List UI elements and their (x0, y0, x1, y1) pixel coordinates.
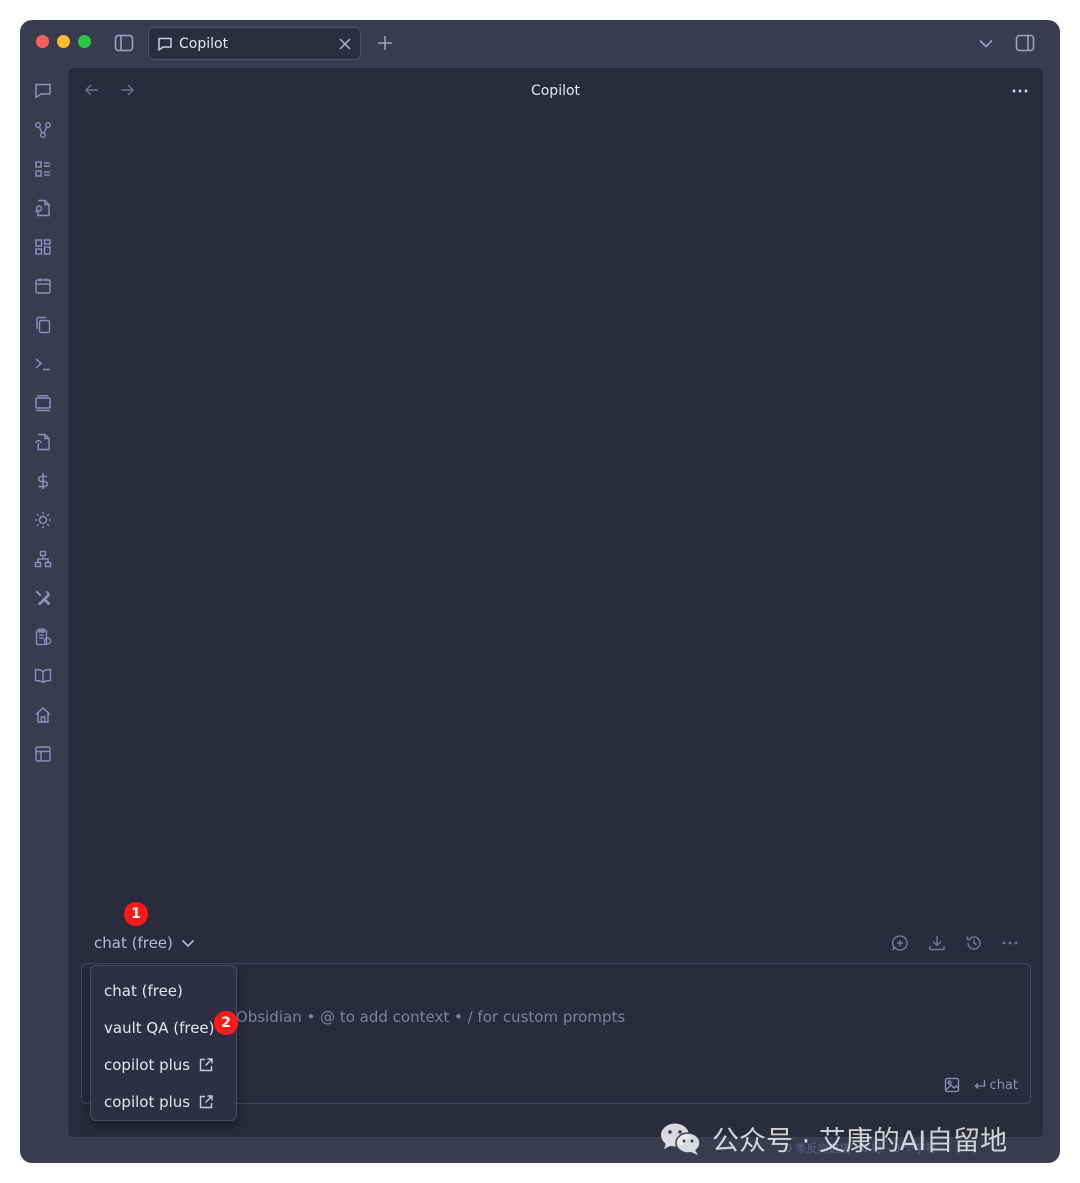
pane-title: Copilot (530, 83, 581, 99)
pane-header: Copilot (68, 68, 1043, 116)
annotation-badge-1: 1 (124, 902, 148, 926)
history-icon[interactable] (965, 934, 983, 952)
network-icon[interactable] (32, 548, 54, 570)
layout-icon[interactable] (32, 743, 54, 765)
book-icon[interactable] (32, 665, 54, 687)
mode-option-label: chat (free) (104, 981, 183, 1000)
dollar-icon[interactable] (32, 470, 54, 492)
right-sidebar-toggle-icon[interactable] (1015, 33, 1035, 53)
mode-option-copilot-plus[interactable]: copilot plus (91, 1046, 236, 1083)
mode-option-chat-free[interactable]: chat (free) (91, 972, 236, 1009)
tab-list-chevron-down-icon[interactable] (977, 35, 995, 51)
file-link-icon[interactable] (32, 431, 54, 453)
window-close-button[interactable] (36, 35, 49, 48)
canvas-icon[interactable] (32, 236, 54, 258)
chat-input-placeholder: Obsidian • @ to add context • / for cust… (236, 1008, 626, 1026)
external-link-icon (198, 1057, 214, 1073)
more-options-icon[interactable] (1011, 82, 1029, 102)
tab-copilot[interactable]: Copilot (148, 27, 361, 60)
mode-option-copilot-plus-2[interactable]: copilot plus (91, 1083, 236, 1120)
mode-option-label: vault QA (free) (104, 1018, 215, 1037)
chat-mode-label: chat (free) (94, 934, 173, 952)
external-link-icon (198, 1094, 214, 1110)
window-maximize-button[interactable] (78, 35, 91, 48)
copilot-pane: Copilot 1 chat (free) Obsidian • @ to ad… (67, 67, 1044, 1138)
chevron-down-icon (181, 939, 195, 948)
new-tab-plus-icon[interactable] (376, 34, 394, 52)
send-label: chat (989, 1077, 1018, 1093)
send-chat-button[interactable]: chat (974, 1078, 1018, 1093)
window-minimize-button[interactable] (57, 35, 70, 48)
calendar-icon[interactable] (32, 275, 54, 297)
chat-mode-dropdown: chat (free) vault QA (free) copilot plus… (90, 965, 237, 1121)
tab-label: Copilot (179, 35, 229, 52)
slides-icon[interactable] (32, 392, 54, 414)
image-upload-icon[interactable] (944, 1077, 960, 1093)
chat-bubble-icon (157, 36, 173, 52)
mode-option-label: copilot plus (104, 1092, 191, 1111)
download-icon[interactable] (928, 934, 946, 952)
new-chat-icon[interactable] (891, 934, 909, 952)
send-area: chat (944, 1077, 1018, 1093)
annotation-badge-2: 2 (214, 1011, 238, 1035)
app-window: Copilot Copilot 1 chat (free) Obsidian •… (20, 20, 1060, 1163)
close-tab-icon[interactable] (338, 37, 352, 51)
clipboard-icon[interactable] (32, 626, 54, 648)
outline-icon[interactable] (32, 158, 54, 180)
mode-option-label: copilot plus (104, 1055, 191, 1074)
terminal-icon[interactable] (32, 353, 54, 375)
file-search-icon[interactable] (32, 197, 54, 219)
chat-icon[interactable] (32, 80, 54, 102)
graph-icon[interactable] (32, 119, 54, 141)
sidebar-toggle-icon[interactable] (114, 33, 134, 53)
chat-more-icon[interactable] (1001, 934, 1019, 952)
watermark: 公众号 · 艾康的AI自留地 (660, 1119, 1007, 1158)
enter-icon (974, 1079, 986, 1091)
chat-mode-select[interactable]: chat (free) (94, 934, 195, 952)
watermark-text: 公众号 · 艾康的AI自留地 (712, 1126, 1008, 1157)
home-icon[interactable] (32, 704, 54, 726)
tools-icon[interactable] (32, 587, 54, 609)
sun-icon[interactable] (32, 509, 54, 531)
wechat-icon (660, 1122, 702, 1156)
copy-icon[interactable] (32, 314, 54, 336)
